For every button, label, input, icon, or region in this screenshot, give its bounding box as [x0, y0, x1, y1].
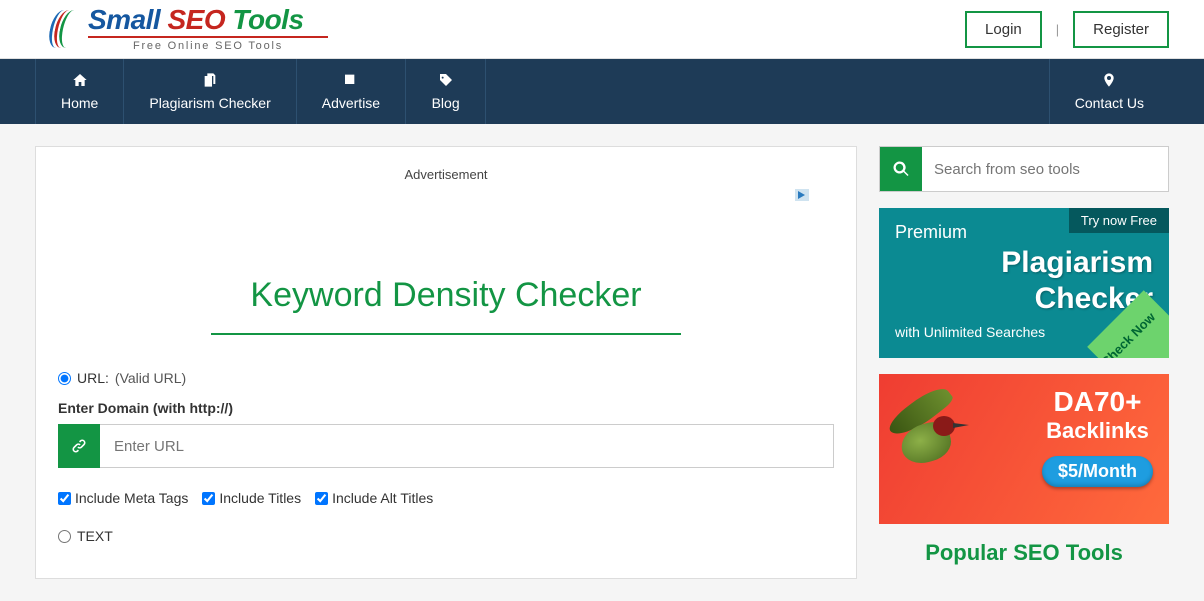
promo-title-2: Checker — [895, 283, 1153, 315]
login-button[interactable]: Login — [965, 11, 1042, 48]
url-radio-hint: (Valid URL) — [115, 370, 186, 386]
top-bar: Small SEO Tools Free Online SEO Tools Lo… — [0, 0, 1204, 59]
link-icon — [69, 436, 89, 456]
auth-area: Login | Register — [965, 11, 1169, 48]
promo-plagiarism[interactable]: Try now Free Premium Plagiarism Checker … — [879, 208, 1169, 358]
hummingbird-icon — [895, 386, 985, 512]
search-button[interactable] — [880, 147, 922, 191]
auth-separator: | — [1056, 22, 1059, 37]
include-titles-checkbox[interactable] — [202, 492, 215, 505]
register-button[interactable]: Register — [1073, 11, 1169, 48]
nav-home[interactable]: Home — [35, 59, 124, 124]
sidebar: Try now Free Premium Plagiarism Checker … — [879, 146, 1169, 579]
include-meta-label: Include Meta Tags — [75, 490, 188, 506]
main-content: Advertisement Keyword Density Checker UR… — [35, 146, 857, 579]
ad-label: Advertisement — [58, 167, 834, 182]
popular-tools-heading: Popular SEO Tools — [879, 540, 1169, 566]
promo2-price: $5/Month — [1042, 456, 1153, 487]
promo-title-1: Plagiarism — [895, 247, 1153, 279]
search-input[interactable] — [922, 147, 1168, 191]
ad-marker[interactable] — [58, 188, 834, 206]
include-titles-label: Include Titles — [219, 490, 301, 506]
home-icon — [71, 72, 89, 88]
promo-tab: Try now Free — [1069, 208, 1169, 233]
text-radio-label: TEXT — [77, 528, 113, 544]
link-icon-box — [58, 424, 100, 468]
url-radio[interactable] — [58, 372, 71, 385]
url-radio-label: URL: — [77, 370, 109, 386]
logo-tagline: Free Online SEO Tools — [88, 41, 328, 52]
nav-plagiarism[interactable]: Plagiarism Checker — [124, 59, 296, 124]
nav-advertise-label: Advertise — [322, 95, 380, 111]
include-meta-checkbox[interactable] — [58, 492, 71, 505]
site-logo[interactable]: Small SEO Tools Free Online SEO Tools — [50, 6, 328, 52]
main-nav: Home Plagiarism Checker Advertise Blog C… — [0, 59, 1204, 124]
nav-contact-label: Contact Us — [1075, 95, 1144, 111]
adchoices-icon — [795, 189, 809, 201]
logo-text: Small SEO Tools — [88, 6, 328, 34]
include-alt-checkbox[interactable] — [315, 492, 328, 505]
text-radio[interactable] — [58, 530, 71, 543]
search-wrap — [879, 146, 1169, 192]
copy-icon — [201, 72, 219, 88]
promo2-line1: DA70+ — [1042, 386, 1153, 418]
pin-icon — [1100, 72, 1118, 88]
nav-advertise[interactable]: Advertise — [297, 59, 406, 124]
nav-contact[interactable]: Contact Us — [1049, 59, 1169, 124]
nav-blog[interactable]: Blog — [406, 59, 486, 124]
nav-plagiarism-label: Plagiarism Checker — [149, 95, 270, 111]
megaphone-icon — [342, 72, 360, 88]
promo2-line2: Backlinks — [1042, 418, 1153, 444]
url-input[interactable] — [100, 424, 834, 468]
page-title: Keyword Density Checker — [58, 276, 834, 315]
logo-mark — [50, 10, 80, 48]
nav-home-label: Home — [61, 95, 98, 111]
include-alt-label: Include Alt Titles — [332, 490, 433, 506]
search-icon — [892, 160, 910, 178]
domain-field-label: Enter Domain (with http://) — [58, 400, 834, 416]
promo-backlinks[interactable]: DA70+ Backlinks $5/Month — [879, 374, 1169, 524]
tag-icon — [437, 72, 455, 88]
title-underline — [211, 333, 681, 335]
nav-blog-label: Blog — [432, 95, 460, 111]
